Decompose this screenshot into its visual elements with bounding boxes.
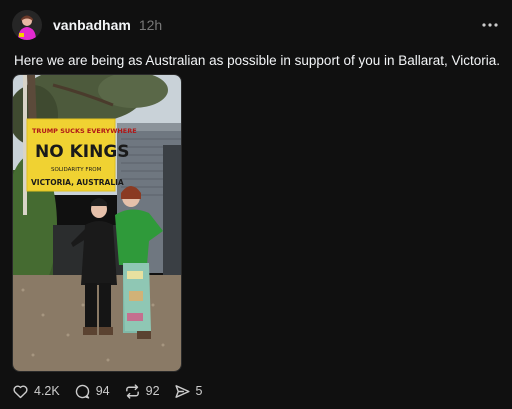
timestamp: 12h [138,17,163,33]
share-count: 5 [195,384,203,398]
sign-text-line3: SOLIDARITY FROM [51,167,102,173]
avatar-image [12,10,42,40]
post-caption: Here we are being as Australian as possi… [14,53,501,68]
sign-text-line2: NO KINGS [35,142,130,162]
more-options-button[interactable] [480,15,500,35]
repost-button[interactable]: 92 [124,383,160,400]
heart-icon [13,384,28,398]
avatar[interactable] [12,10,42,40]
repost-icon [125,383,139,399]
action-bar: 4.2K 94 92 5 [12,381,216,401]
sign-text-line1: TRUMP SUCKS EVERYWHERE [32,127,137,135]
send-icon [174,384,190,398]
comment-icon [75,384,89,399]
post-header: vanbadham 12h [12,9,500,41]
more-icon [482,23,498,27]
repost-count: 92 [145,384,160,398]
thread-post: vanbadham 12h Here we are being as Austr… [0,0,512,409]
username[interactable]: vanbadham [53,17,131,33]
reply-button[interactable]: 94 [74,383,110,400]
post-photo[interactable]: TRUMP SUCKS EVERYWHERE NO KINGS SOLIDARI… [12,74,182,372]
photo-scene: TRUMP SUCKS EVERYWHERE NO KINGS SOLIDARI… [13,75,181,371]
share-button[interactable]: 5 [174,383,203,400]
like-count: 4.2K [34,384,60,398]
sign-text-line4: VICTORIA, AUSTRALIA [31,178,124,187]
reply-count: 94 [95,384,110,398]
like-button[interactable]: 4.2K [12,383,60,400]
